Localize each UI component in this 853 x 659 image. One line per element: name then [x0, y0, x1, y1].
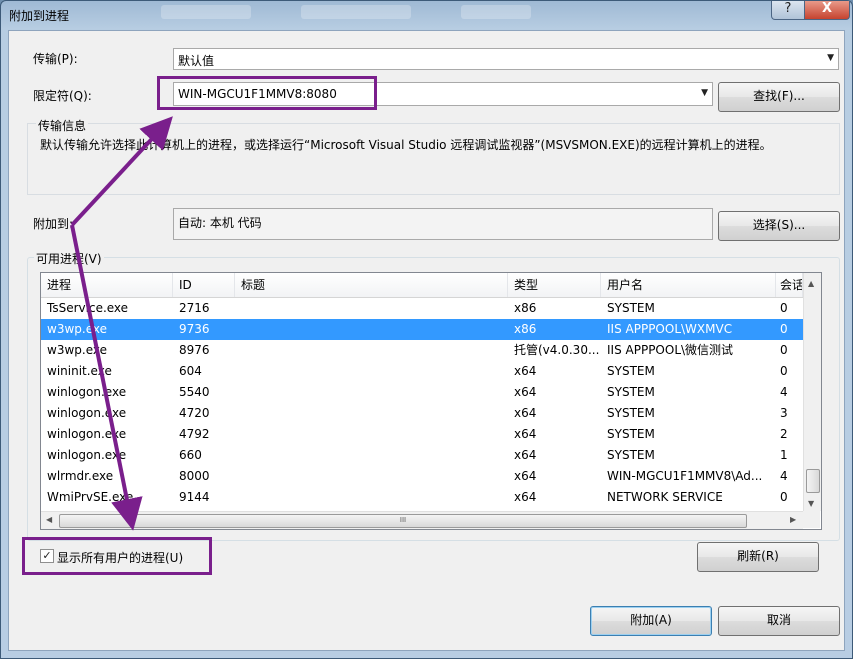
annotation-arrows: [70, 116, 173, 531]
arrow-to-qualifier: [70, 116, 173, 227]
arrow-to-checkbox: [70, 224, 143, 531]
